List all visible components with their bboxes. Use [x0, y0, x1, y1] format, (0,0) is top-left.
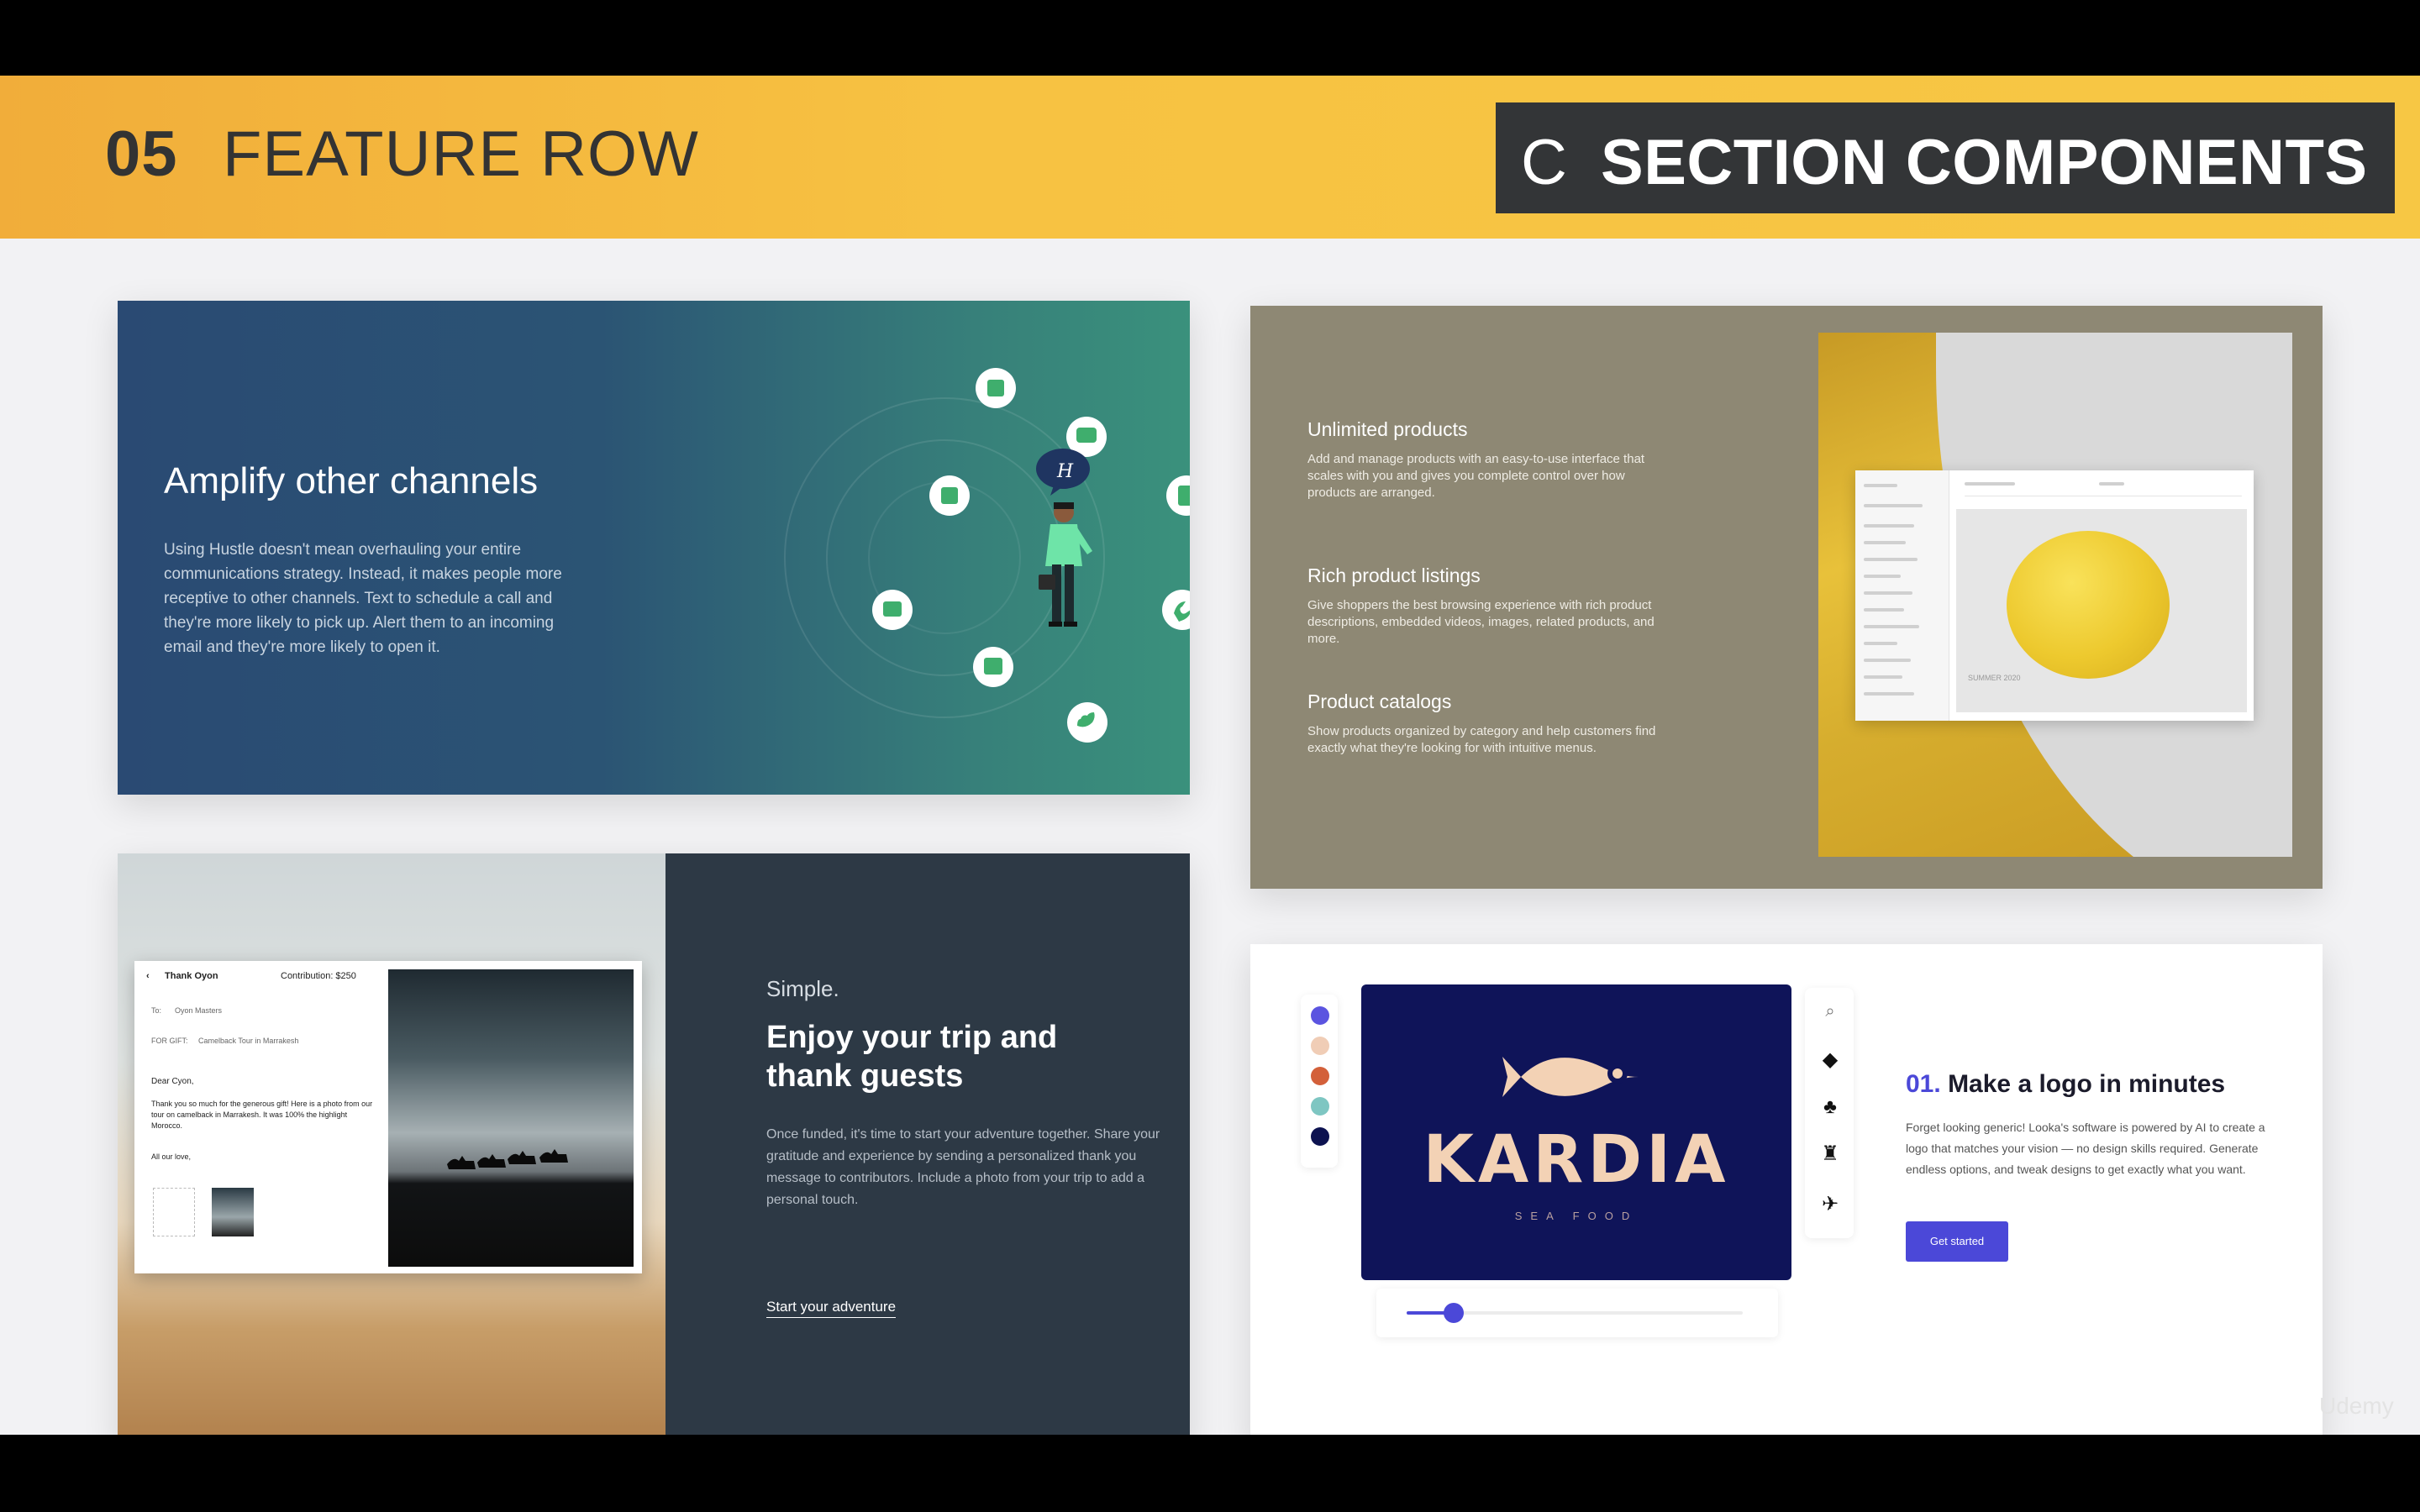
feature-panel-channels: Amplify other channels Using Hustle does…	[118, 301, 1190, 795]
color-swatch[interactable]	[1311, 1127, 1329, 1146]
card-contribution: Contribution: $250	[281, 971, 356, 981]
feature-item: Rich product listings Give shoppers the …	[1307, 564, 1660, 648]
back-chevron-icon[interactable]: ‹	[146, 971, 150, 981]
logo-tagline: SEA FOOD	[1514, 1210, 1639, 1222]
files-icon	[929, 475, 970, 516]
color-swatch[interactable]	[1311, 1097, 1329, 1116]
photo-thumbnail[interactable]	[212, 1188, 254, 1236]
step-title: Make a logo in minutes	[1948, 1070, 2226, 1098]
spreadsheet-icon	[1166, 475, 1190, 516]
yellow-product-photo	[2007, 531, 2170, 679]
start-adventure-link[interactable]: Start your adventure	[766, 1299, 897, 1318]
fish-icon[interactable]: ✈	[1818, 1193, 1842, 1216]
feature-item: Unlimited products Add and manage produc…	[1307, 418, 1660, 501]
bubble-letter: H	[1056, 461, 1074, 482]
desert-photo: ‹ Thank Oyon Contribution: $250 To: Oyon…	[118, 853, 666, 1435]
feature-title: Product catalogs	[1307, 690, 1452, 712]
watermark: Udemy	[2319, 1393, 2394, 1419]
color-swatch[interactable]	[1311, 1006, 1329, 1025]
color-swatch[interactable]	[1311, 1067, 1329, 1085]
phone-icon	[1162, 590, 1190, 630]
feature-body: Add and manage products with an easy-to-…	[1307, 452, 1645, 500]
mockup-preview: SUMMER 2020	[1956, 509, 2247, 712]
color-swatch[interactable]	[1311, 1037, 1329, 1055]
card-message: Thank you so much for the generous gift!…	[151, 1100, 373, 1130]
mockup-caption: SUMMER 2020	[1968, 674, 2021, 682]
calendar-icon	[973, 647, 1013, 687]
twitter-icon	[1067, 702, 1107, 743]
camel-silhouettes	[447, 1149, 568, 1169]
search-icon[interactable]: ⌕	[1818, 1000, 1842, 1023]
feature-body: Give shoppers the best browsing experien…	[1307, 598, 1655, 646]
title-banner: 05 FEATURE ROW C SECTION COMPONENTS	[0, 76, 2420, 239]
mockup-sidebar	[1855, 470, 1949, 721]
card-signoff: All our love,	[151, 1152, 192, 1161]
store-admin-mockup: SUMMER 2020	[1855, 470, 2254, 721]
feature-title: Unlimited products	[1307, 418, 1468, 440]
feature-item: Product catalogs Show products organized…	[1307, 690, 1660, 757]
letterbox-top	[0, 0, 2420, 76]
slider-track[interactable]	[1407, 1303, 1743, 1323]
camel-caravan-photo	[388, 969, 634, 1267]
feature-body: Show products organized by category and …	[1307, 724, 1656, 755]
product-hero-image: SUMMER 2020	[1818, 333, 2292, 857]
card-to-label: To:	[151, 1006, 162, 1015]
slide: 05 FEATURE ROW C SECTION COMPONENTS Ampl…	[0, 76, 2420, 1435]
fish-icon[interactable]: ◆	[1818, 1048, 1842, 1072]
add-photo-button[interactable]	[153, 1188, 195, 1236]
panel-title: Amplify other channels	[164, 460, 539, 501]
lighthouse-icon[interactable]: ♜	[1818, 1142, 1842, 1166]
panel-body: Using Hustle doesn't mean overhauling yo…	[164, 541, 562, 656]
person-illustration	[1039, 502, 1092, 627]
get-started-button[interactable]: Get started	[1906, 1221, 2008, 1262]
card-for-label: FOR GIFT:	[151, 1037, 188, 1045]
panel-body: Forget looking generic! Looka's software…	[1906, 1121, 2265, 1176]
icon-picker: ⌕ ◆ ♣ ♜ ✈	[1805, 988, 1854, 1238]
feature-panel-trip: ‹ Thank Oyon Contribution: $250 To: Oyon…	[118, 853, 1190, 1435]
panel-body: Once funded, it's time to start your adv…	[766, 1127, 1160, 1207]
panel-eyebrow: Simple.	[766, 976, 839, 1001]
letterbox-bottom	[0, 1435, 2420, 1512]
section-letter: C	[1521, 127, 1567, 198]
speech-bubble-icon: H	[1036, 449, 1090, 496]
panel-title: 01. Make a logo in minutes	[1906, 1070, 2225, 1099]
section-label-box: C SECTION COMPONENTS	[1496, 102, 2395, 213]
banner-number: 05	[105, 118, 178, 190]
card-greeting: Dear Cyon,	[151, 1077, 194, 1086]
section-title: SECTION COMPONENTS	[1601, 127, 2368, 198]
slider-thumb[interactable]	[1444, 1303, 1464, 1323]
feature-panel-logo: KARDIA SEA FOOD ⌕ ◆ ♣ ♜ ✈ 01. Make a log…	[1250, 944, 2323, 1435]
size-slider[interactable]	[1376, 1289, 1778, 1337]
folder-icon	[872, 590, 913, 630]
grid-app-icon	[976, 368, 1016, 408]
feature-panel-products: Unlimited products Add and manage produc…	[1250, 306, 2323, 889]
color-swatch-palette	[1301, 995, 1338, 1168]
panel-title: Enjoy your trip and thank guests	[766, 1020, 1058, 1094]
tree-icon[interactable]: ♣	[1818, 1095, 1842, 1119]
logo-preview: KARDIA SEA FOOD	[1361, 984, 1791, 1280]
channels-illustration: H	[784, 368, 1190, 743]
card-for-value: Camelback Tour in Marrakesh	[198, 1037, 299, 1045]
card-title: Thank Oyon	[165, 971, 218, 981]
feature-title: Rich product listings	[1307, 564, 1481, 586]
step-number: 01.	[1906, 1070, 1941, 1098]
card-to-value: Oyon Masters	[175, 1006, 223, 1015]
thank-you-card: ‹ Thank Oyon Contribution: $250 To: Oyon…	[134, 961, 642, 1273]
banner-title: FEATURE ROW	[223, 118, 699, 190]
logo-wordmark: KARDIA	[1423, 1122, 1730, 1198]
